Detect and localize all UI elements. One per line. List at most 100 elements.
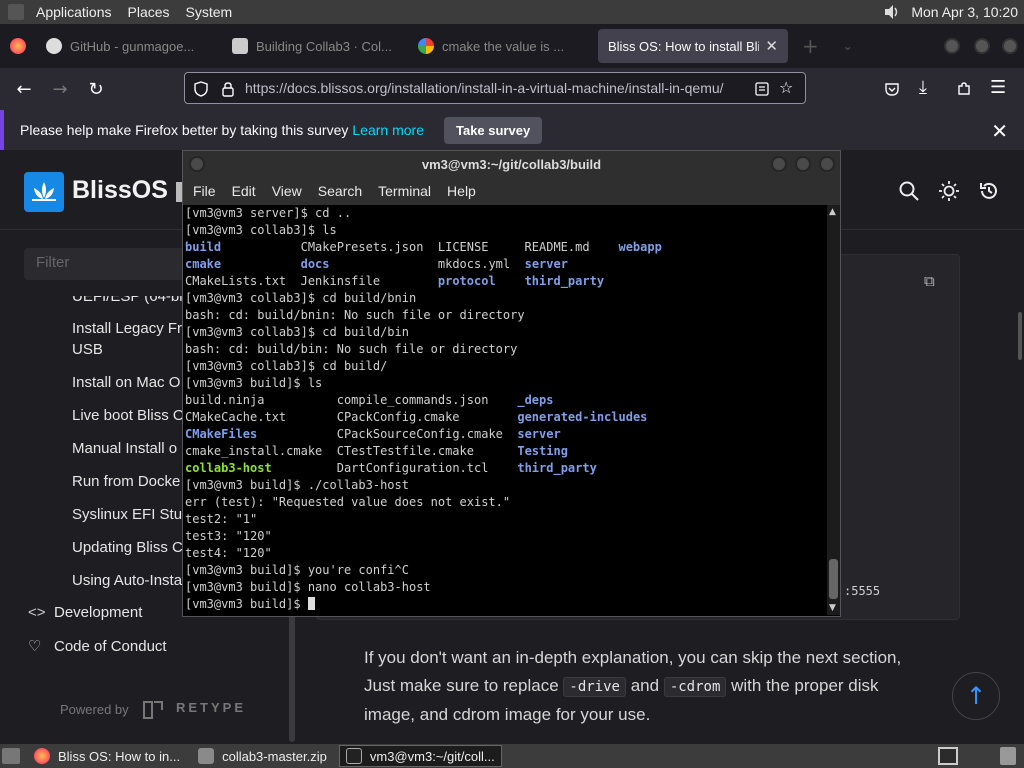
page-scrollbar[interactable] — [1018, 312, 1022, 360]
downloads-icon[interactable]: ⤓ — [919, 77, 927, 98]
directory-entry: third_party — [524, 274, 605, 288]
terminal-close-button[interactable] — [819, 156, 835, 172]
menu-system[interactable]: System — [186, 4, 233, 20]
terminal-output[interactable]: [vm3@vm3 server]$ cd .. [vm3@vm3 collab3]… — [185, 205, 825, 615]
window-minimize-button[interactable] — [944, 38, 960, 54]
terminal-text: [vm3@vm3 collab3]$ ls — [185, 223, 337, 237]
tab-building-collab3[interactable]: Building Collab3 · Col... — [222, 29, 408, 63]
terminal-minimize-button[interactable] — [771, 156, 787, 172]
code-block-tail: :5555 — [844, 584, 881, 598]
close-icon[interactable]: ✕ — [991, 119, 1008, 143]
terminal-menu-edit[interactable]: Edit — [232, 183, 256, 199]
taskbar-item-firefox[interactable]: Bliss OS: How to in... — [28, 745, 186, 767]
learn-more-link[interactable]: Learn more — [352, 122, 424, 138]
terminal-menu-file[interactable]: File — [193, 183, 216, 199]
directory-entry: server — [524, 257, 568, 271]
site-name[interactable]: BlissOS — [72, 176, 168, 205]
menu-applications[interactable]: Applications — [36, 4, 112, 20]
firefox-icon — [10, 38, 26, 54]
url-host: https://docs.blissos.org — [245, 80, 388, 96]
terminal-menu-help[interactable]: Help — [447, 183, 476, 199]
sidebar-section-code-of-conduct[interactable]: ♡ Code of Conduct — [28, 637, 167, 655]
theme-toggle-sun-icon[interactable] — [938, 180, 960, 202]
sidebar-item-updating[interactable]: Updating Bliss C — [72, 539, 183, 556]
terminal-scroll-thumb[interactable] — [829, 559, 838, 599]
bookmark-star-icon[interactable]: ☆ — [779, 78, 793, 97]
url-bar[interactable]: https://docs.blissos.org/installation/in… — [184, 72, 806, 104]
firefox-view-button[interactable] — [0, 38, 36, 54]
sidebar-item-syslinux[interactable]: Syslinux EFI Stub — [72, 506, 190, 523]
sidebar-item-run-docker[interactable]: Run from Docke — [72, 473, 180, 490]
sidebar-item-install-mac[interactable]: Install on Mac O — [72, 374, 180, 391]
lock-icon[interactable] — [221, 81, 235, 97]
terminal-maximize-button[interactable] — [795, 156, 811, 172]
pocket-icon[interactable] — [884, 81, 900, 97]
sidebar-item-usb[interactable]: USB — [72, 341, 103, 358]
tab-title: GitHub - gunmagoe... — [70, 38, 195, 54]
code-icon: <> — [28, 604, 46, 621]
sidebar-item-auto-install[interactable]: Using Auto-Insta — [72, 572, 182, 589]
window-maximize-button[interactable] — [974, 38, 990, 54]
taskbar-item-terminal[interactable]: vm3@vm3:~/git/coll... — [338, 745, 502, 767]
terminal-text: [vm3@vm3 collab3]$ cd build/bin — [185, 325, 409, 339]
terminal-line: CMakeLists.txt Jenkinsfile protocol thir… — [185, 273, 825, 290]
terminal-line: test3: "120" — [185, 528, 825, 545]
history-icon[interactable] — [978, 180, 1000, 202]
terminal-menu-terminal[interactable]: Terminal — [378, 183, 431, 199]
workspace-switcher-icon[interactable] — [938, 747, 958, 765]
terminal-line: [vm3@vm3 build]$ you're confi^C — [185, 562, 825, 579]
retype-wordmark[interactable]: RETYPE — [176, 700, 246, 715]
scroll-to-top-button[interactable]: ↑ — [952, 672, 1000, 720]
volume-icon[interactable] — [883, 3, 901, 21]
tab-close-icon[interactable]: ✕ — [765, 37, 778, 55]
sidebar-item-install-legacy[interactable]: Install Legacy Fr — [72, 320, 182, 337]
directory-entry: build — [185, 240, 222, 254]
terminal-text: CMakeLists.txt Jenkinsfile — [185, 274, 438, 288]
terminal-titlebar[interactable]: vm3@vm3:~/git/collab3/build — [183, 151, 840, 177]
search-icon[interactable] — [898, 180, 920, 202]
url-text[interactable]: https://docs.blissos.org/installation/in… — [245, 80, 724, 96]
sidebar-item-manual-install[interactable]: Manual Install o — [72, 440, 177, 457]
scroll-up-icon[interactable]: ▲ — [829, 207, 836, 217]
trash-icon[interactable] — [1000, 747, 1016, 765]
take-survey-button[interactable]: Take survey — [443, 116, 543, 144]
tab-list-chevron-icon[interactable]: ⌄ — [843, 39, 853, 53]
directory-entry: third_party — [517, 461, 597, 475]
directory-entry: webapp — [618, 240, 662, 254]
task-label: Bliss OS: How to in... — [58, 748, 181, 764]
reload-button[interactable]: ↻ — [78, 73, 114, 105]
terminal-text: [vm3@vm3 build]$ — [185, 597, 308, 611]
sidebar-item-live-boot[interactable]: Live boot Bliss O — [72, 407, 185, 424]
bliss-logo-icon[interactable] — [24, 172, 64, 212]
terminal-text: cmake_install.cmake CTestTestfile.cmake — [185, 444, 518, 458]
back-button[interactable]: ← — [6, 73, 42, 105]
new-tab-icon[interactable]: + — [802, 34, 819, 58]
show-desktop-icon[interactable] — [2, 748, 20, 764]
extensions-icon[interactable] — [956, 81, 972, 97]
terminal-menu-view[interactable]: View — [272, 183, 302, 199]
terminal-text: bash: cd: build/bnin: No such file or di… — [185, 308, 525, 322]
scroll-down-icon[interactable]: ▼ — [829, 603, 836, 613]
taskbar-item-archive[interactable]: collab3-master.zip — [192, 745, 333, 767]
sidebar-section-development[interactable]: <> Development — [28, 604, 142, 621]
applications-menu-icon[interactable] — [8, 4, 24, 20]
retype-logo-icon[interactable] — [142, 700, 164, 720]
shield-icon[interactable] — [193, 81, 209, 97]
tab-bliss-os[interactable]: Bliss OS: How to install Bliss ✕ — [598, 29, 788, 63]
terminal-menu-search[interactable]: Search — [318, 183, 362, 199]
reader-view-icon[interactable] — [755, 82, 769, 96]
navigation-toolbar: ← → ↻ https://docs.blissos.org/installat… — [0, 68, 1024, 110]
window-close-button[interactable] — [1002, 38, 1018, 54]
hamburger-menu-icon[interactable]: ☰ — [990, 77, 1006, 98]
panel-clock[interactable]: Mon Apr 3, 10:20 — [911, 4, 1018, 20]
terminal-scrollbar[interactable]: ▲ ▼ — [827, 205, 840, 615]
copy-icon[interactable]: ⧉ — [924, 272, 935, 290]
terminal-menu-button[interactable] — [189, 156, 205, 172]
tab-github[interactable]: GitHub - gunmagoe... — [36, 29, 222, 63]
menu-places[interactable]: Places — [128, 4, 170, 20]
directory-entry: Testing — [517, 444, 568, 458]
terminal-line: cmake_install.cmake CTestTestfile.cmake … — [185, 443, 825, 460]
forward-button[interactable]: → — [42, 73, 78, 105]
sidebar-item-uefi[interactable]: UEFI/ESP (64-bit) — [72, 296, 192, 305]
tab-google-cmake[interactable]: cmake the value is ... — [408, 29, 594, 63]
